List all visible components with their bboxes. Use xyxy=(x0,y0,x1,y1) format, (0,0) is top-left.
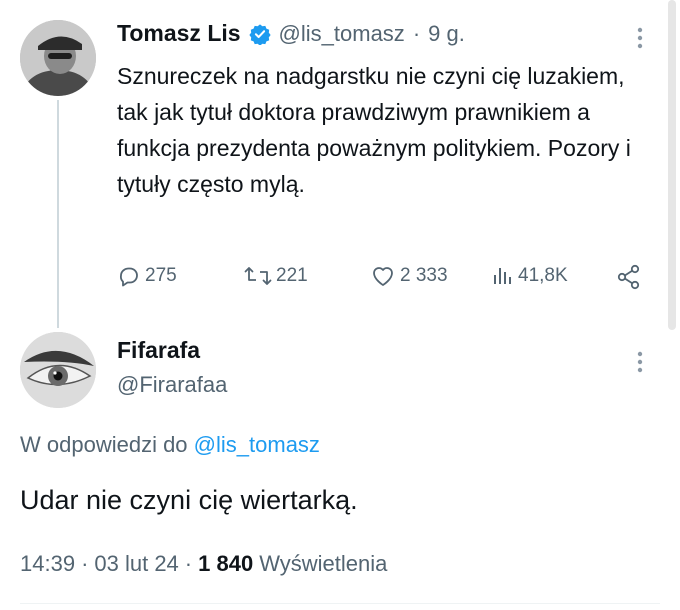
reply-date[interactable]: 03 lut 24 xyxy=(94,551,178,577)
author-handle[interactable]: @lis_tomasz xyxy=(279,21,405,47)
scrollbar[interactable] xyxy=(668,0,676,330)
more-options-icon[interactable] xyxy=(634,26,646,55)
reply-icon xyxy=(120,267,138,287)
view-count: 41,8K xyxy=(518,265,568,286)
timestamp[interactable]: 9 g. xyxy=(428,21,465,47)
meta-separator: · xyxy=(184,551,193,576)
reply-view-count: 1 840 xyxy=(198,551,254,576)
retweet-count: 221 xyxy=(276,265,308,286)
retweet-icon xyxy=(244,267,272,285)
reply-avatar[interactable] xyxy=(20,332,96,408)
retweet-button[interactable]: 221 xyxy=(244,264,308,288)
profile-photo xyxy=(20,20,96,96)
reply-author-name[interactable]: Fifarafa xyxy=(117,337,227,364)
reply-time[interactable]: 14:39 xyxy=(20,551,75,577)
reply-button[interactable]: 275 xyxy=(117,264,177,288)
reply-text: Udar nie czyni cię wiertarką. xyxy=(20,485,358,515)
in-reply-to-label: W odpowiedzi do xyxy=(20,432,188,457)
reply-count: 275 xyxy=(145,265,177,286)
like-button[interactable]: 2 333 xyxy=(370,264,448,288)
reply-meta: 14:39 · 03 lut 24 · 1 840 Wyświetlenia xyxy=(20,551,387,577)
reply-author-handle[interactable]: @Firarafaa xyxy=(117,372,227,398)
tweet-text: Sznureczek na nadgarstku nie czyni cię l… xyxy=(117,63,631,197)
meta-separator: · xyxy=(81,551,89,576)
thread-line xyxy=(57,100,59,328)
verified-badge-icon xyxy=(248,23,271,45)
profile-photo xyxy=(20,332,96,408)
share-icon[interactable] xyxy=(616,264,642,295)
meta-separator: · xyxy=(412,20,421,46)
like-count: 2 333 xyxy=(400,265,448,286)
author-name[interactable]: Tomasz Lis xyxy=(117,20,241,47)
in-reply-to: W odpowiedzi do @lis_tomasz xyxy=(20,432,320,458)
analytics-icon xyxy=(494,268,511,284)
divider xyxy=(20,603,660,604)
in-reply-to-link[interactable]: @lis_tomasz xyxy=(194,432,320,457)
avatar[interactable] xyxy=(20,20,96,96)
reply-more-options-icon[interactable] xyxy=(634,350,646,379)
heart-icon xyxy=(373,267,393,286)
views-label: Wyświetlenia xyxy=(259,551,388,576)
views-button[interactable]: 41,8K xyxy=(492,264,568,288)
